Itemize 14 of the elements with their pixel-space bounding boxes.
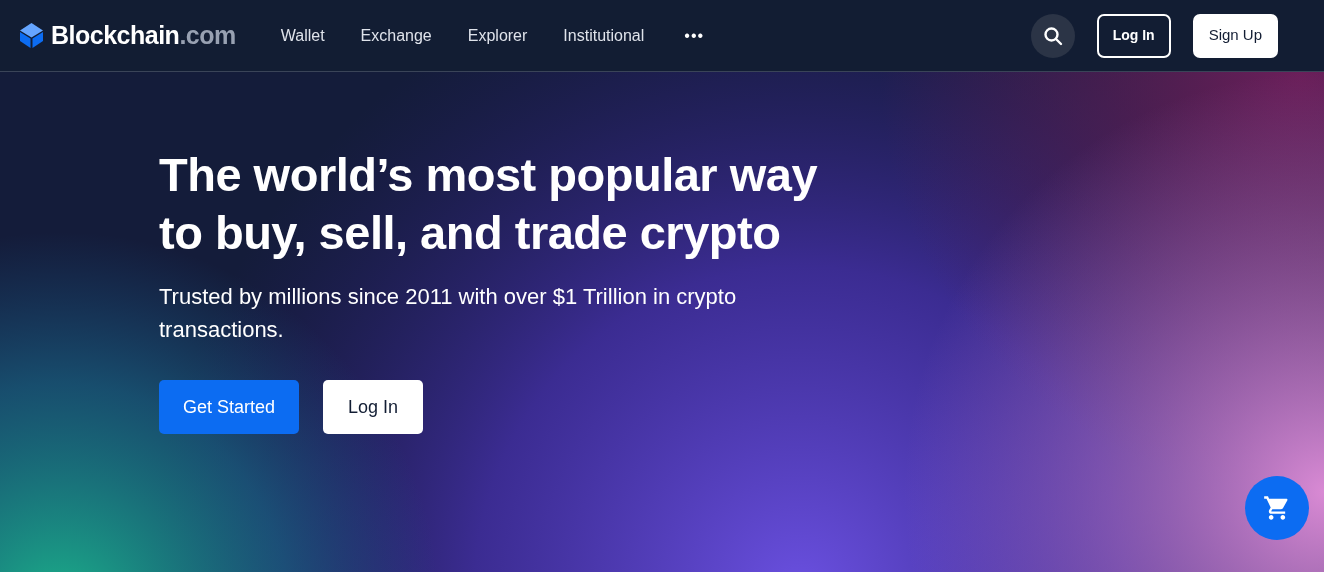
hero-subtitle: Trusted by millions since 2011 with over $1 Trillion in crypto transactions. [159,283,738,344]
signup-button[interactable]: Sign Up [1192,13,1278,58]
cube-logo-icon [18,22,45,49]
more-menu-button[interactable]: ••• [684,23,705,48]
nav-link[interactable]: Institutional [563,23,645,48]
login-button[interactable]: Log In [323,380,424,434]
logo-link[interactable]: Blockchain.com [18,16,236,55]
nav-link[interactable]: Exchange [360,23,432,48]
login-button[interactable]: Log In [1096,13,1171,58]
get-started-button[interactable]: Get Started [159,380,300,434]
hero-headline: The world’s most popular way to buy, sell, and trade crypto [159,147,819,261]
search-icon [1042,25,1063,46]
nav-link[interactable]: Wallet [280,23,325,48]
nav-link[interactable]: Explorer [467,23,528,48]
